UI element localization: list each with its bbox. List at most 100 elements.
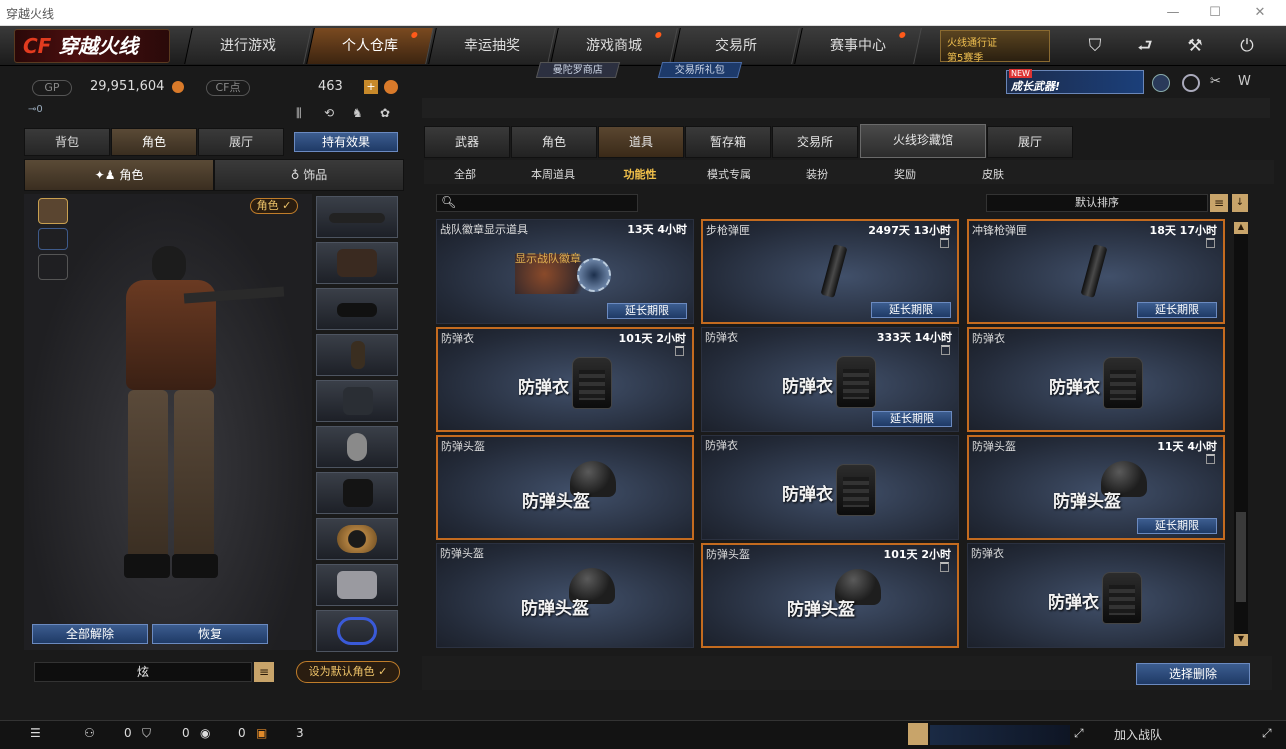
- slot-backpack[interactable]: [316, 380, 398, 422]
- tab-backpack[interactable]: 背包: [24, 128, 110, 156]
- trash-icon[interactable]: [941, 345, 950, 355]
- slot-grenade[interactable]: [316, 426, 398, 468]
- category-weapons[interactable]: 武器: [424, 126, 510, 158]
- category-items[interactable]: 道具: [598, 126, 684, 158]
- exchange-gift-subtab[interactable]: 交易所礼包: [657, 62, 743, 78]
- item-card[interactable]: 防弹头盔 防弹头盔: [436, 435, 694, 540]
- restore-button[interactable]: 恢复: [152, 624, 268, 644]
- nav-tab-play[interactable]: 进行游戏: [184, 28, 312, 64]
- crosshair-icon[interactable]: [1182, 74, 1200, 92]
- wrench-icon[interactable]: ⚒: [1182, 33, 1208, 59]
- logout-arrow-icon[interactable]: ⮐: [1132, 33, 1158, 59]
- scroll-down-icon[interactable]: ▼: [1234, 634, 1248, 646]
- scroll-up-icon[interactable]: ▲: [1234, 222, 1248, 234]
- rank-icon[interactable]: [1152, 74, 1170, 92]
- item-card[interactable]: 冲锋枪弹匣 18天 17小时 延长期限: [967, 219, 1225, 324]
- filter-weekly[interactable]: 本周道具: [520, 166, 586, 184]
- category-showroom[interactable]: 展厅: [987, 126, 1073, 158]
- expand-icon[interactable]: ⤢: [1074, 726, 1084, 741]
- category-storage[interactable]: 暂存箱: [685, 126, 771, 158]
- slot-ring[interactable]: [316, 518, 398, 560]
- item-card[interactable]: 防弹头盔 防弹头盔: [436, 543, 694, 648]
- loadout-name-field[interactable]: 炫: [34, 662, 252, 682]
- w-logo-icon[interactable]: W: [1238, 74, 1258, 92]
- minimize-button[interactable]: —: [1163, 4, 1183, 22]
- extend-button[interactable]: 延长期限: [1137, 302, 1217, 318]
- character-icon[interactable]: ♞: [352, 106, 370, 124]
- slot-goggles[interactable]: [316, 288, 398, 330]
- set-default-character-button[interactable]: 设为默认角色 ✓: [296, 661, 400, 683]
- faction-emblem-icon[interactable]: [38, 198, 68, 224]
- slot-empty[interactable]: [316, 472, 398, 514]
- trash-icon[interactable]: [1206, 454, 1215, 464]
- tab-character[interactable]: 角色: [111, 128, 197, 156]
- slot-pet[interactable]: [316, 564, 398, 606]
- rotate-icon[interactable]: ⟲: [324, 106, 342, 124]
- trash-icon[interactable]: [940, 562, 949, 572]
- sort-direction-icon[interactable]: ↓: [1232, 194, 1248, 212]
- category-characters[interactable]: 角色: [511, 126, 597, 158]
- expand-icon[interactable]: ⤢: [1262, 726, 1272, 741]
- trash-icon[interactable]: [1206, 238, 1215, 248]
- tools-icon[interactable]: ✂: [1210, 74, 1228, 92]
- players-icon[interactable]: ⚇: [84, 726, 95, 740]
- item-card[interactable]: 防弹衣 防弹衣: [701, 435, 959, 540]
- chat-icon[interactable]: ◉: [200, 726, 210, 740]
- subtab-accessories[interactable]: ♁ 饰品: [214, 159, 404, 191]
- sort-select[interactable]: 默认排序: [986, 194, 1208, 212]
- filter-functional[interactable]: 功能性: [612, 166, 668, 184]
- slot-bracelet[interactable]: [316, 610, 398, 652]
- nav-tab-lottery[interactable]: 幸运抽奖: [428, 28, 556, 64]
- extend-button[interactable]: 延长期限: [1137, 518, 1217, 534]
- item-card[interactable]: 战队徽章显示道具 13天 4小时 显示战队徽章 延长期限: [436, 219, 694, 324]
- season-pass-badge[interactable]: 火线通行证 第5赛季: [940, 30, 1050, 64]
- list-view-icon[interactable]: ≡: [1210, 194, 1228, 212]
- power-icon[interactable]: ⏻: [1234, 33, 1260, 59]
- nav-tab-events[interactable]: 赛事中心: [794, 28, 922, 64]
- filter-rewards[interactable]: 奖励: [880, 166, 930, 184]
- gift-icon[interactable]: ▣: [256, 726, 267, 740]
- scrollbar-thumb[interactable]: [1236, 512, 1246, 602]
- pet-icon[interactable]: ✿: [380, 106, 398, 124]
- extend-button[interactable]: 延长期限: [872, 411, 952, 427]
- character-preview[interactable]: 角色 ✓: [24, 194, 312, 650]
- unequip-all-button[interactable]: 全部解除: [32, 624, 148, 644]
- promo-banner[interactable]: NEW 成长武器!: [1006, 69, 1144, 94]
- item-card[interactable]: 防弹衣 防弹衣: [967, 543, 1225, 648]
- trash-icon[interactable]: [940, 238, 949, 248]
- filter-skins[interactable]: 皮肤: [968, 166, 1018, 184]
- role-tag[interactable]: 角色 ✓: [250, 198, 298, 214]
- wings-icon[interactable]: [38, 254, 68, 280]
- item-card[interactable]: 防弹衣 333天 14小时 防弹衣 延长期限: [701, 327, 959, 432]
- stats-icon[interactable]: ⫼: [296, 106, 314, 124]
- filter-appearance[interactable]: 装扮: [792, 166, 842, 184]
- filter-all[interactable]: 全部: [440, 166, 490, 184]
- subtab-character[interactable]: ✦♟ 角色: [24, 159, 214, 191]
- nav-tab-exchange[interactable]: 交易所: [672, 28, 800, 64]
- shield-small-icon[interactable]: ⛉: [142, 726, 151, 741]
- close-button[interactable]: ✕: [1250, 4, 1270, 22]
- extend-button[interactable]: 延长期限: [607, 303, 687, 319]
- slot-headgear[interactable]: [316, 242, 398, 284]
- menu-icon[interactable]: ≡: [254, 662, 274, 682]
- maximize-button[interactable]: ☐: [1205, 4, 1225, 22]
- goggles-icon[interactable]: [38, 228, 68, 250]
- item-card[interactable]: 防弹头盔 101天 2小时 防弹头盔: [701, 543, 959, 648]
- avatar[interactable]: [908, 723, 928, 745]
- slot-primary-weapon[interactable]: [316, 196, 398, 238]
- item-card[interactable]: 防弹衣 防弹衣: [967, 327, 1225, 432]
- category-exchange[interactable]: 交易所: [772, 126, 858, 158]
- scrollbar-track[interactable]: ▲ ▼: [1234, 222, 1248, 646]
- category-collection[interactable]: 火线珍藏馆: [860, 124, 986, 158]
- shop-subtab[interactable]: 曼陀罗商店: [535, 62, 621, 78]
- trash-icon[interactable]: [675, 346, 684, 356]
- item-card[interactable]: 防弹头盔 11天 4小时 防弹头盔 延长期限: [967, 435, 1225, 540]
- search-input[interactable]: 🔍︎: [436, 194, 638, 212]
- select-delete-button[interactable]: 选择删除: [1136, 663, 1250, 685]
- tab-showroom[interactable]: 展厅: [198, 128, 284, 156]
- menu-lines-icon[interactable]: ☰: [30, 726, 41, 740]
- filter-mode[interactable]: 模式专属: [698, 166, 760, 184]
- effects-button[interactable]: 持有效果: [294, 132, 398, 152]
- item-card[interactable]: 步枪弹匣 2497天 13小时 延长期限: [701, 219, 959, 324]
- nav-tab-shop[interactable]: 游戏商城: [550, 28, 678, 64]
